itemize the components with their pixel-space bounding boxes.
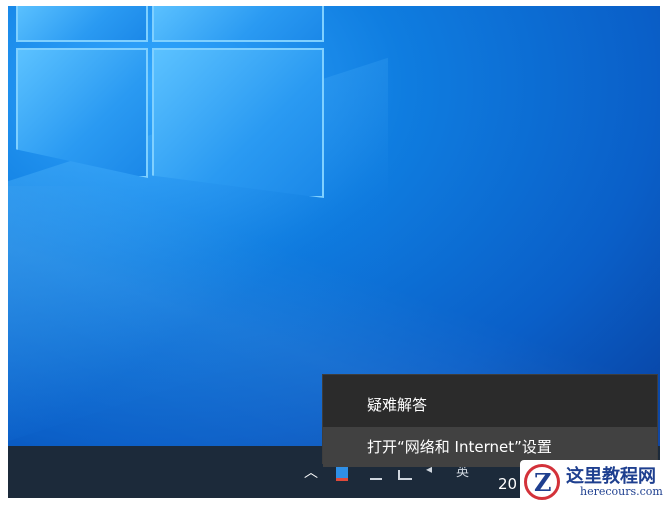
- windows-logo-pane: [16, 48, 148, 178]
- taskbar-clock[interactable]: 20: [498, 475, 517, 493]
- menu-item-troubleshoot[interactable]: 疑难解答: [323, 385, 657, 425]
- tray-icon[interactable]: [370, 466, 382, 480]
- watermark-url: herecours.com: [580, 485, 663, 498]
- network-icon[interactable]: [336, 466, 348, 481]
- windows-logo-pane: [152, 6, 324, 42]
- watermark: 这里教程网 herecours.com: [520, 460, 666, 502]
- tray-icon[interactable]: [398, 470, 412, 480]
- show-hidden-icons-chevron-icon[interactable]: ︿: [304, 462, 318, 482]
- watermark-logo-icon: [524, 464, 560, 500]
- network-context-menu: 疑难解答 打开“网络和 Internet”设置: [322, 374, 658, 467]
- windows-logo-pane: [16, 6, 148, 42]
- windows-logo-pane: [152, 48, 324, 198]
